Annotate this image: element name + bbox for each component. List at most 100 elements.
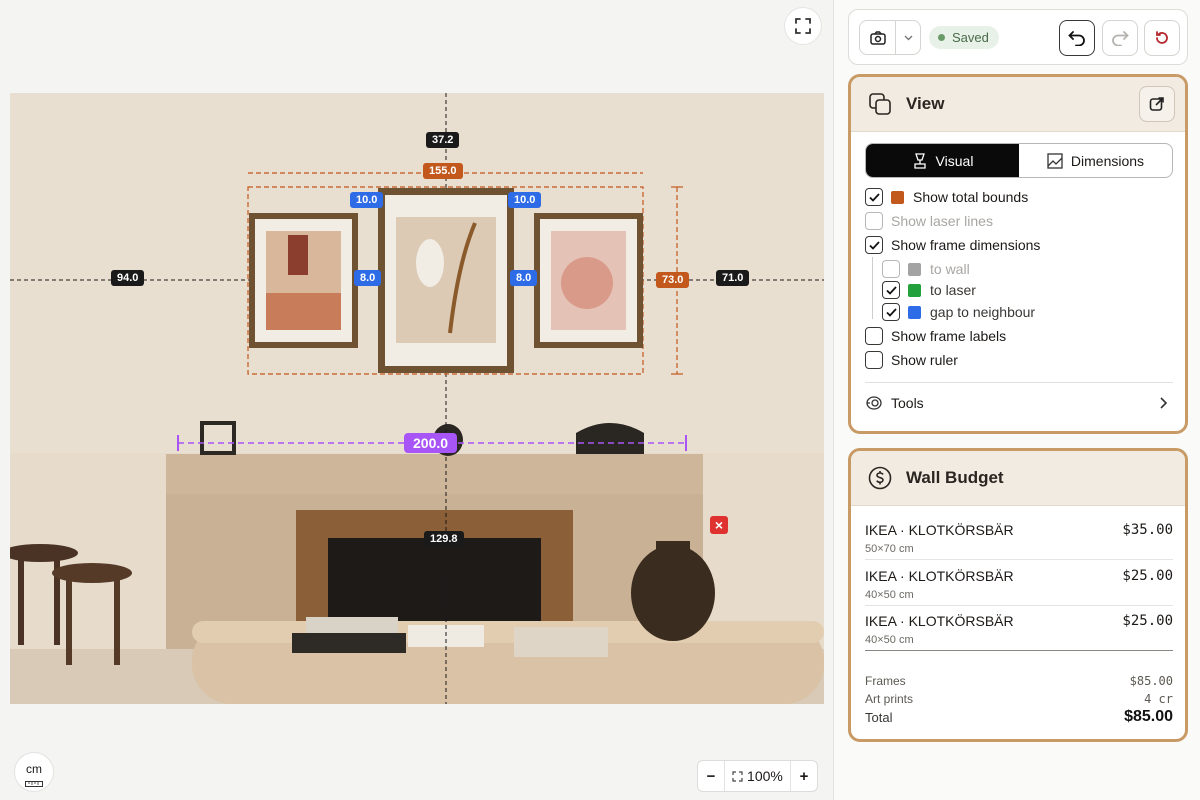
divider bbox=[865, 382, 1173, 383]
dim-to-floor: 129.8 bbox=[424, 531, 464, 547]
dim-gap-left: 10.0 bbox=[350, 192, 384, 208]
budget-item: IKEA · KLOTKÖRSBÄR 40×50 cm $25.00 bbox=[865, 561, 1173, 606]
ruler-length[interactable]: 200.0 bbox=[404, 433, 458, 453]
checkbox-unchecked[interactable] bbox=[865, 212, 883, 230]
checkbox-checked[interactable] bbox=[865, 188, 883, 206]
reset-icon bbox=[1156, 31, 1168, 44]
ruler-icon bbox=[25, 781, 43, 787]
color-swatch bbox=[908, 283, 921, 297]
undo-button[interactable] bbox=[1059, 20, 1095, 56]
item-name: IKEA · KLOTKÖRSBÄR bbox=[865, 613, 1014, 629]
close-icon: × bbox=[714, 517, 724, 533]
checkbox-checked[interactable] bbox=[865, 236, 883, 254]
snapshot-menu-button[interactable] bbox=[896, 21, 920, 54]
view-card: View Visual Dimensions Show total bounds… bbox=[848, 74, 1188, 434]
reset-button[interactable] bbox=[1144, 20, 1180, 56]
tools-label: Tools bbox=[891, 395, 924, 411]
snapshot-control bbox=[859, 20, 921, 55]
item-price: $25.00 bbox=[1122, 613, 1173, 629]
check-icon bbox=[885, 285, 897, 295]
zoom-value: 100% bbox=[747, 768, 783, 784]
checkbox-unchecked[interactable] bbox=[865, 327, 883, 345]
unit-label: cm bbox=[26, 762, 42, 776]
fullscreen-button[interactable] bbox=[784, 7, 822, 45]
color-swatch bbox=[908, 305, 921, 319]
budget-card: Wall Budget IKEA · KLOTKÖRSBÄR 50×70 cm … bbox=[848, 448, 1188, 742]
budget-item: IKEA · KLOTKÖRSBÄR 40×50 cm $25.00 bbox=[865, 606, 1173, 651]
budget-card-header: Wall Budget bbox=[851, 451, 1185, 506]
dim-side-gap-left: 8.0 bbox=[354, 270, 382, 286]
unit-toggle-button[interactable]: cm bbox=[14, 752, 54, 792]
snapshot-button[interactable] bbox=[860, 21, 896, 54]
option-show-frame-dimensions[interactable]: Show frame dimensions bbox=[865, 236, 1040, 254]
option-show-frame-labels[interactable]: Show frame labels bbox=[865, 327, 1006, 345]
frames-total-row: Frames $85.00 bbox=[865, 674, 1173, 688]
option-gap-to-neighbour[interactable]: gap to neighbour bbox=[882, 303, 1035, 321]
layers-icon bbox=[869, 93, 891, 115]
tools-row[interactable]: Tools bbox=[865, 395, 1173, 411]
chart-icon bbox=[1047, 152, 1063, 169]
tools-icon bbox=[866, 396, 882, 410]
chevron-right-icon bbox=[1160, 397, 1167, 409]
frames-label: Frames bbox=[865, 674, 906, 688]
option-label: Show laser lines bbox=[891, 213, 993, 229]
check-icon bbox=[868, 192, 880, 202]
dim-to-wall-left: 94.0 bbox=[111, 270, 145, 286]
check-icon bbox=[868, 240, 880, 250]
view-card-header: View bbox=[851, 77, 1185, 132]
zoom-out-button[interactable]: − bbox=[698, 768, 724, 785]
option-to-wall[interactable]: to wall bbox=[882, 260, 970, 278]
color-swatch bbox=[891, 190, 904, 204]
dim-height: 73.0 bbox=[656, 272, 690, 288]
fit-icon bbox=[732, 771, 743, 782]
budget-item: IKEA · KLOTKÖRSBÄR 50×70 cm $35.00 bbox=[865, 515, 1173, 560]
canvas-area: 37.2 155.0 10.0 10.0 94.0 8.0 8.0 73.0 7… bbox=[0, 0, 833, 800]
checkbox-unchecked[interactable] bbox=[865, 351, 883, 369]
option-label: Show ruler bbox=[891, 352, 958, 368]
camera-icon bbox=[869, 30, 886, 45]
checkbox-unchecked[interactable] bbox=[882, 260, 900, 278]
view-title: View bbox=[906, 94, 945, 113]
option-to-laser[interactable]: to laser bbox=[882, 281, 976, 299]
item-price: $35.00 bbox=[1122, 522, 1173, 538]
zoom-in-button[interactable]: + bbox=[791, 768, 817, 785]
sub-option-tree-line bbox=[872, 257, 873, 319]
option-label: Show frame dimensions bbox=[891, 237, 1041, 253]
art-label: Art prints bbox=[865, 692, 914, 706]
tab-dimensions-label: Dimensions bbox=[1070, 152, 1145, 169]
dollar-icon bbox=[868, 466, 892, 490]
tab-dimensions[interactable]: Dimensions bbox=[1019, 144, 1172, 177]
art-value: 4 cr bbox=[1144, 692, 1173, 706]
option-show-laser-lines[interactable]: Show laser lines bbox=[865, 212, 993, 230]
checkbox-checked[interactable] bbox=[882, 281, 900, 299]
dim-top: 37.2 bbox=[426, 132, 460, 148]
ruler-delete-button[interactable]: × bbox=[710, 516, 728, 534]
grand-total-row: Total $85.00 bbox=[865, 708, 1173, 725]
budget-title: Wall Budget bbox=[906, 468, 1004, 487]
frames-value: $85.00 bbox=[1129, 674, 1173, 688]
check-icon bbox=[885, 307, 897, 317]
item-price: $25.00 bbox=[1122, 568, 1173, 584]
zoom-control: − 100% + bbox=[697, 760, 818, 792]
tab-visual-label: Visual bbox=[935, 152, 974, 169]
checkbox-checked[interactable] bbox=[882, 303, 900, 321]
dim-to-wall-right: 71.0 bbox=[716, 270, 750, 286]
room-scene bbox=[10, 93, 824, 704]
option-label: to laser bbox=[930, 282, 976, 298]
undo-icon bbox=[1068, 31, 1085, 46]
redo-button[interactable] bbox=[1102, 20, 1138, 56]
item-size: 40×50 cm bbox=[865, 634, 914, 646]
chevron-down-icon bbox=[904, 35, 912, 40]
top-toolbar: Saved bbox=[848, 9, 1188, 65]
lamp-icon bbox=[913, 152, 926, 169]
item-name: IKEA · KLOTKÖRSBÄR bbox=[865, 522, 1014, 538]
option-label: to wall bbox=[930, 261, 970, 277]
total-value: $85.00 bbox=[1124, 708, 1173, 725]
tab-visual[interactable]: Visual bbox=[866, 144, 1019, 177]
view-mode-toggle: Visual Dimensions bbox=[865, 143, 1173, 178]
option-label: Show total bounds bbox=[913, 189, 1029, 205]
share-button[interactable] bbox=[1139, 86, 1175, 122]
option-show-ruler[interactable]: Show ruler bbox=[865, 351, 958, 369]
zoom-fit-button[interactable]: 100% bbox=[724, 761, 791, 791]
option-show-total-bounds[interactable]: Show total bounds bbox=[865, 188, 1028, 206]
